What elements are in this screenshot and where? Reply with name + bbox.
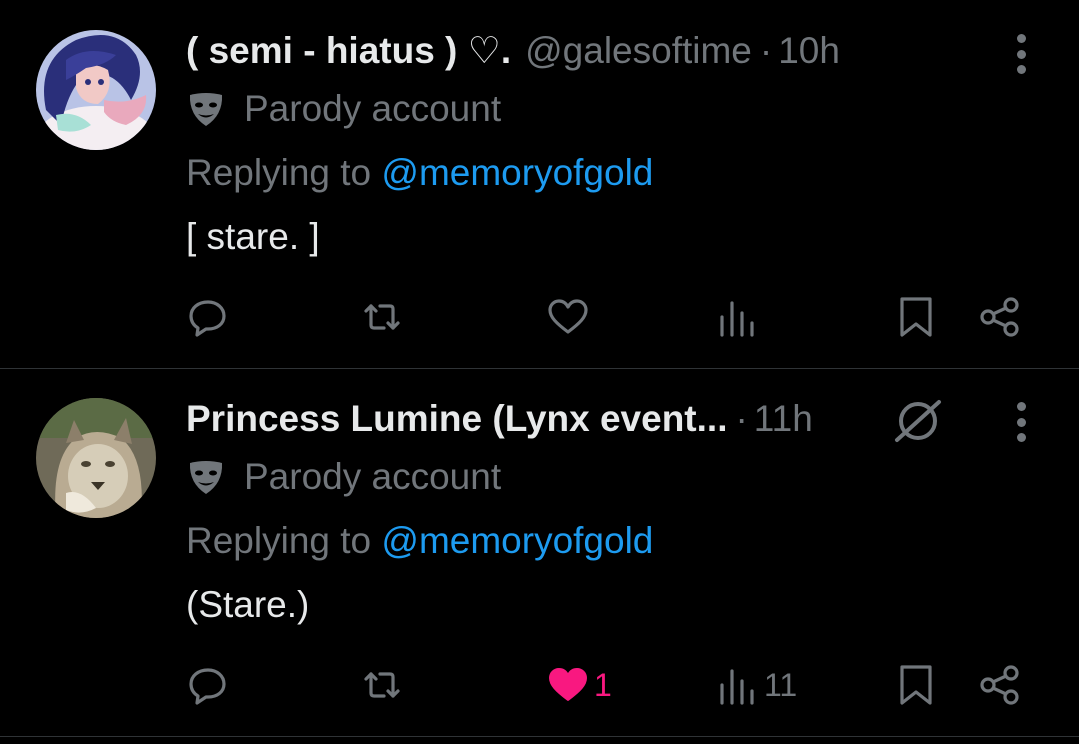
action-bar: [186, 292, 1036, 342]
views-button[interactable]: 11: [716, 660, 797, 710]
repost-button[interactable]: [360, 660, 404, 710]
like-button[interactable]: [546, 292, 594, 342]
bookmark-button[interactable]: [894, 292, 938, 342]
grok-icon[interactable]: [891, 398, 945, 444]
views-icon: [720, 669, 754, 705]
parody-text: Parody account: [244, 456, 502, 497]
views-icon: [720, 301, 754, 337]
parody-label: Parody account: [186, 454, 501, 500]
post-text: (Stare.): [186, 584, 310, 625]
replying-to: Replying to @memoryofgold: [186, 518, 653, 564]
parody-text: Parody account: [244, 88, 502, 129]
replying-prefix: Replying to: [186, 152, 372, 193]
reply-button[interactable]: [186, 660, 230, 710]
post-header: Princess Lumine (Lynx event... · 11h: [186, 394, 813, 444]
post-header: ( semi - hiatus ) ♡. @galesoftime · 10h: [186, 26, 840, 76]
replying-prefix: Replying to: [186, 520, 372, 561]
reply-button[interactable]: [186, 292, 230, 342]
post[interactable]: Princess Lumine (Lynx event... · 11h Par…: [0, 368, 1079, 737]
post[interactable]: ( semi - hiatus ) ♡. @galesoftime · 10h …: [0, 0, 1079, 369]
views-count: 11: [764, 666, 798, 703]
timestamp[interactable]: 11h: [754, 394, 813, 444]
reply-icon: [189, 668, 226, 705]
reply-icon: [189, 300, 226, 337]
mask-icon: [189, 461, 223, 494]
repost-icon: [364, 672, 400, 698]
separator: ·: [735, 398, 748, 439]
separator: ·: [759, 30, 773, 71]
bookmark-icon: [900, 665, 932, 705]
timestamp[interactable]: 10h: [778, 26, 840, 76]
author-handle[interactable]: @galesoftime: [525, 26, 752, 76]
views-button[interactable]: [716, 292, 764, 342]
author-name[interactable]: ( semi - hiatus ) ♡.: [186, 26, 511, 76]
share-icon: [980, 665, 1019, 705]
replying-handle-link[interactable]: @memoryofgold: [381, 520, 653, 561]
action-bar: 1 11: [186, 660, 1036, 710]
timeline: ( semi - hiatus ) ♡. @galesoftime · 10h …: [0, 0, 1079, 744]
share-button[interactable]: [978, 660, 1022, 710]
like-button[interactable]: 1: [546, 660, 612, 710]
repost-icon: [364, 304, 400, 330]
more-icon[interactable]: [1009, 402, 1033, 442]
share-icon: [980, 297, 1019, 337]
like-count: 1: [594, 666, 612, 703]
replying-to: Replying to @memoryofgold: [186, 150, 653, 196]
bookmark-button[interactable]: [894, 660, 938, 710]
post-text: [ stare. ]: [186, 216, 320, 257]
mask-icon: [189, 93, 223, 126]
avatar[interactable]: [36, 30, 156, 150]
more-icon[interactable]: [1009, 34, 1033, 74]
author-name[interactable]: Princess Lumine (Lynx event...: [186, 394, 727, 444]
replying-handle-link[interactable]: @memoryofgold: [381, 152, 653, 193]
parody-label: Parody account: [186, 86, 501, 132]
avatar[interactable]: [36, 398, 156, 518]
bookmark-icon: [900, 297, 932, 337]
repost-button[interactable]: [360, 292, 404, 342]
heart-icon: [548, 299, 588, 334]
share-button[interactable]: [978, 292, 1022, 342]
heart-icon: [549, 668, 587, 701]
